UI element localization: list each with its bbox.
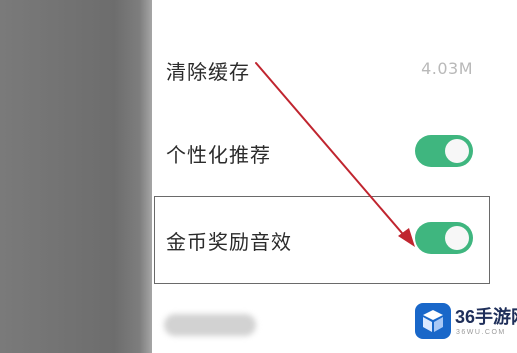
arrow-line bbox=[255, 62, 409, 241]
watermark-url: 36WU.COM bbox=[456, 329, 506, 336]
site-watermark: 36手游网 36WU.COM bbox=[412, 300, 517, 344]
cube-logo-icon bbox=[415, 303, 451, 339]
watermark-brand: 36手游网 bbox=[455, 307, 517, 327]
